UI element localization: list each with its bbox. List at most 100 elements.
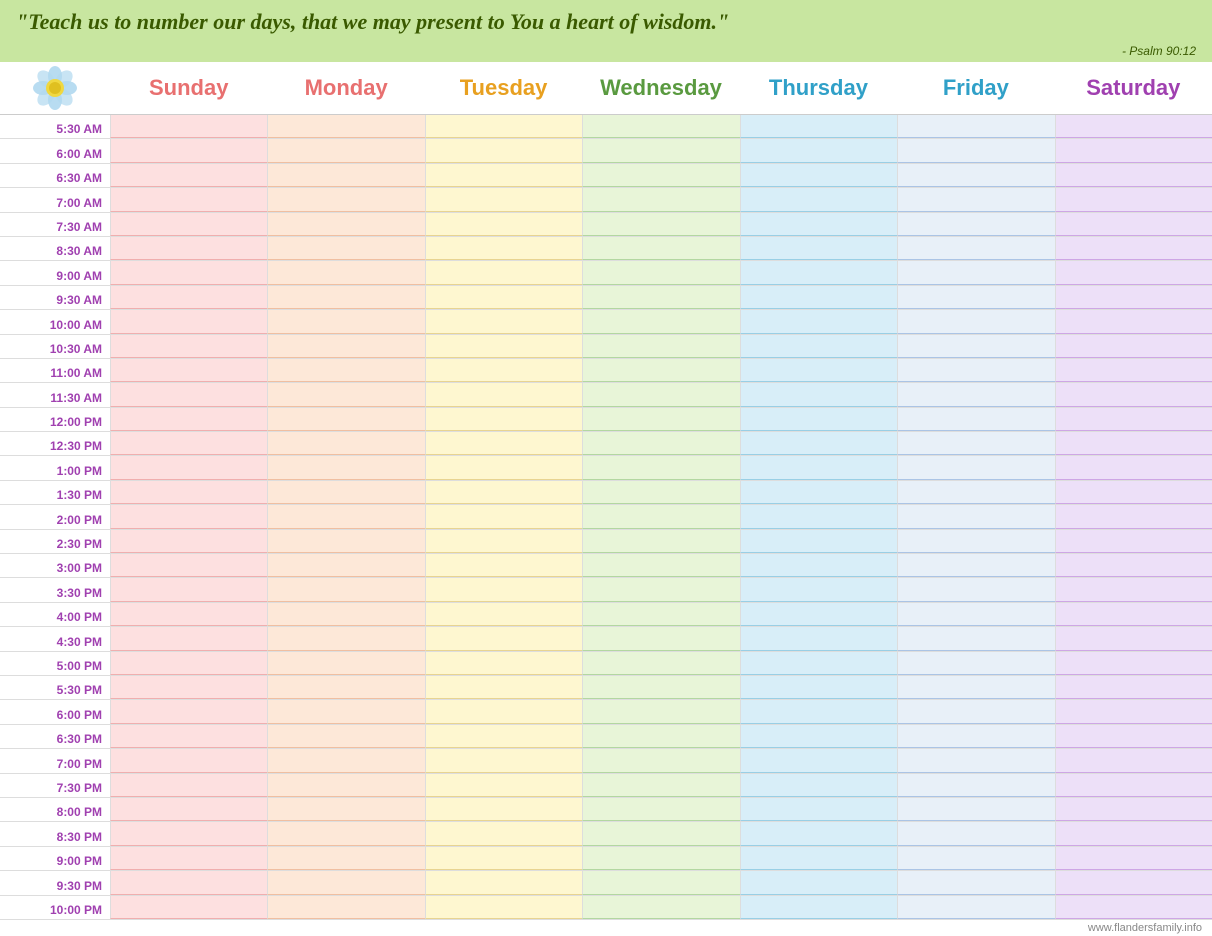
time-cell[interactable] (582, 481, 739, 504)
time-cell[interactable] (1055, 578, 1212, 601)
time-cell[interactable] (267, 627, 424, 650)
time-cell[interactable] (110, 896, 267, 919)
time-cell[interactable] (1055, 359, 1212, 382)
time-cell[interactable] (897, 603, 1054, 626)
time-cell[interactable] (267, 164, 424, 187)
time-cell[interactable] (267, 578, 424, 601)
time-cell[interactable] (582, 383, 739, 406)
time-cell[interactable] (425, 188, 582, 211)
time-cell[interactable] (110, 139, 267, 162)
time-cell[interactable] (582, 139, 739, 162)
time-cell[interactable] (1055, 432, 1212, 455)
time-cell[interactable] (1055, 335, 1212, 358)
time-cell[interactable] (582, 408, 739, 431)
time-cell[interactable] (425, 725, 582, 748)
time-cell[interactable] (425, 505, 582, 528)
time-cell[interactable] (267, 896, 424, 919)
time-cell[interactable] (267, 286, 424, 309)
time-cell[interactable] (740, 847, 897, 870)
time-cell[interactable] (582, 261, 739, 284)
time-cell[interactable] (1055, 822, 1212, 845)
time-cell[interactable] (110, 237, 267, 260)
time-cell[interactable] (740, 774, 897, 797)
time-cell[interactable] (740, 383, 897, 406)
time-cell[interactable] (740, 164, 897, 187)
time-cell[interactable] (267, 798, 424, 821)
time-cell[interactable] (425, 774, 582, 797)
time-cell[interactable] (582, 896, 739, 919)
time-cell[interactable] (897, 383, 1054, 406)
time-cell[interactable] (582, 530, 739, 553)
time-cell[interactable] (110, 505, 267, 528)
time-cell[interactable] (897, 359, 1054, 382)
time-cell[interactable] (110, 213, 267, 236)
time-cell[interactable] (267, 822, 424, 845)
time-cell[interactable] (740, 139, 897, 162)
time-cell[interactable] (1055, 261, 1212, 284)
time-cell[interactable] (897, 554, 1054, 577)
time-cell[interactable] (1055, 871, 1212, 894)
time-cell[interactable] (582, 676, 739, 699)
time-cell[interactable] (740, 335, 897, 358)
time-cell[interactable] (267, 456, 424, 479)
time-cell[interactable] (897, 286, 1054, 309)
time-cell[interactable] (110, 261, 267, 284)
time-cell[interactable] (425, 310, 582, 333)
time-cell[interactable] (897, 188, 1054, 211)
time-cell[interactable] (267, 383, 424, 406)
time-cell[interactable] (1055, 700, 1212, 723)
time-cell[interactable] (267, 652, 424, 675)
time-cell[interactable] (1055, 310, 1212, 333)
time-cell[interactable] (425, 139, 582, 162)
time-cell[interactable] (582, 725, 739, 748)
time-cell[interactable] (740, 676, 897, 699)
time-cell[interactable] (267, 847, 424, 870)
time-cell[interactable] (897, 676, 1054, 699)
time-cell[interactable] (740, 822, 897, 845)
time-cell[interactable] (110, 456, 267, 479)
time-cell[interactable] (897, 139, 1054, 162)
time-cell[interactable] (110, 676, 267, 699)
time-cell[interactable] (110, 359, 267, 382)
time-cell[interactable] (897, 237, 1054, 260)
time-cell[interactable] (425, 676, 582, 699)
time-cell[interactable] (425, 822, 582, 845)
time-cell[interactable] (897, 335, 1054, 358)
time-cell[interactable] (740, 554, 897, 577)
time-cell[interactable] (897, 456, 1054, 479)
time-cell[interactable] (425, 213, 582, 236)
time-cell[interactable] (425, 652, 582, 675)
time-cell[interactable] (267, 603, 424, 626)
time-cell[interactable] (582, 432, 739, 455)
time-cell[interactable] (582, 847, 739, 870)
time-cell[interactable] (267, 774, 424, 797)
time-cell[interactable] (425, 847, 582, 870)
time-cell[interactable] (897, 627, 1054, 650)
time-cell[interactable] (110, 188, 267, 211)
time-cell[interactable] (425, 896, 582, 919)
time-cell[interactable] (582, 237, 739, 260)
time-cell[interactable] (110, 725, 267, 748)
time-cell[interactable] (740, 749, 897, 772)
time-cell[interactable] (1055, 481, 1212, 504)
time-cell[interactable] (1055, 505, 1212, 528)
time-cell[interactable] (1055, 676, 1212, 699)
time-cell[interactable] (582, 798, 739, 821)
time-cell[interactable] (897, 652, 1054, 675)
time-cell[interactable] (740, 871, 897, 894)
time-cell[interactable] (425, 115, 582, 138)
time-cell[interactable] (110, 578, 267, 601)
time-cell[interactable] (1055, 408, 1212, 431)
time-cell[interactable] (897, 822, 1054, 845)
time-cell[interactable] (582, 700, 739, 723)
time-cell[interactable] (897, 213, 1054, 236)
time-cell[interactable] (425, 554, 582, 577)
time-cell[interactable] (110, 335, 267, 358)
time-cell[interactable] (1055, 237, 1212, 260)
time-cell[interactable] (425, 627, 582, 650)
time-cell[interactable] (740, 725, 897, 748)
time-cell[interactable] (897, 261, 1054, 284)
time-cell[interactable] (267, 213, 424, 236)
time-cell[interactable] (267, 530, 424, 553)
time-cell[interactable] (425, 530, 582, 553)
